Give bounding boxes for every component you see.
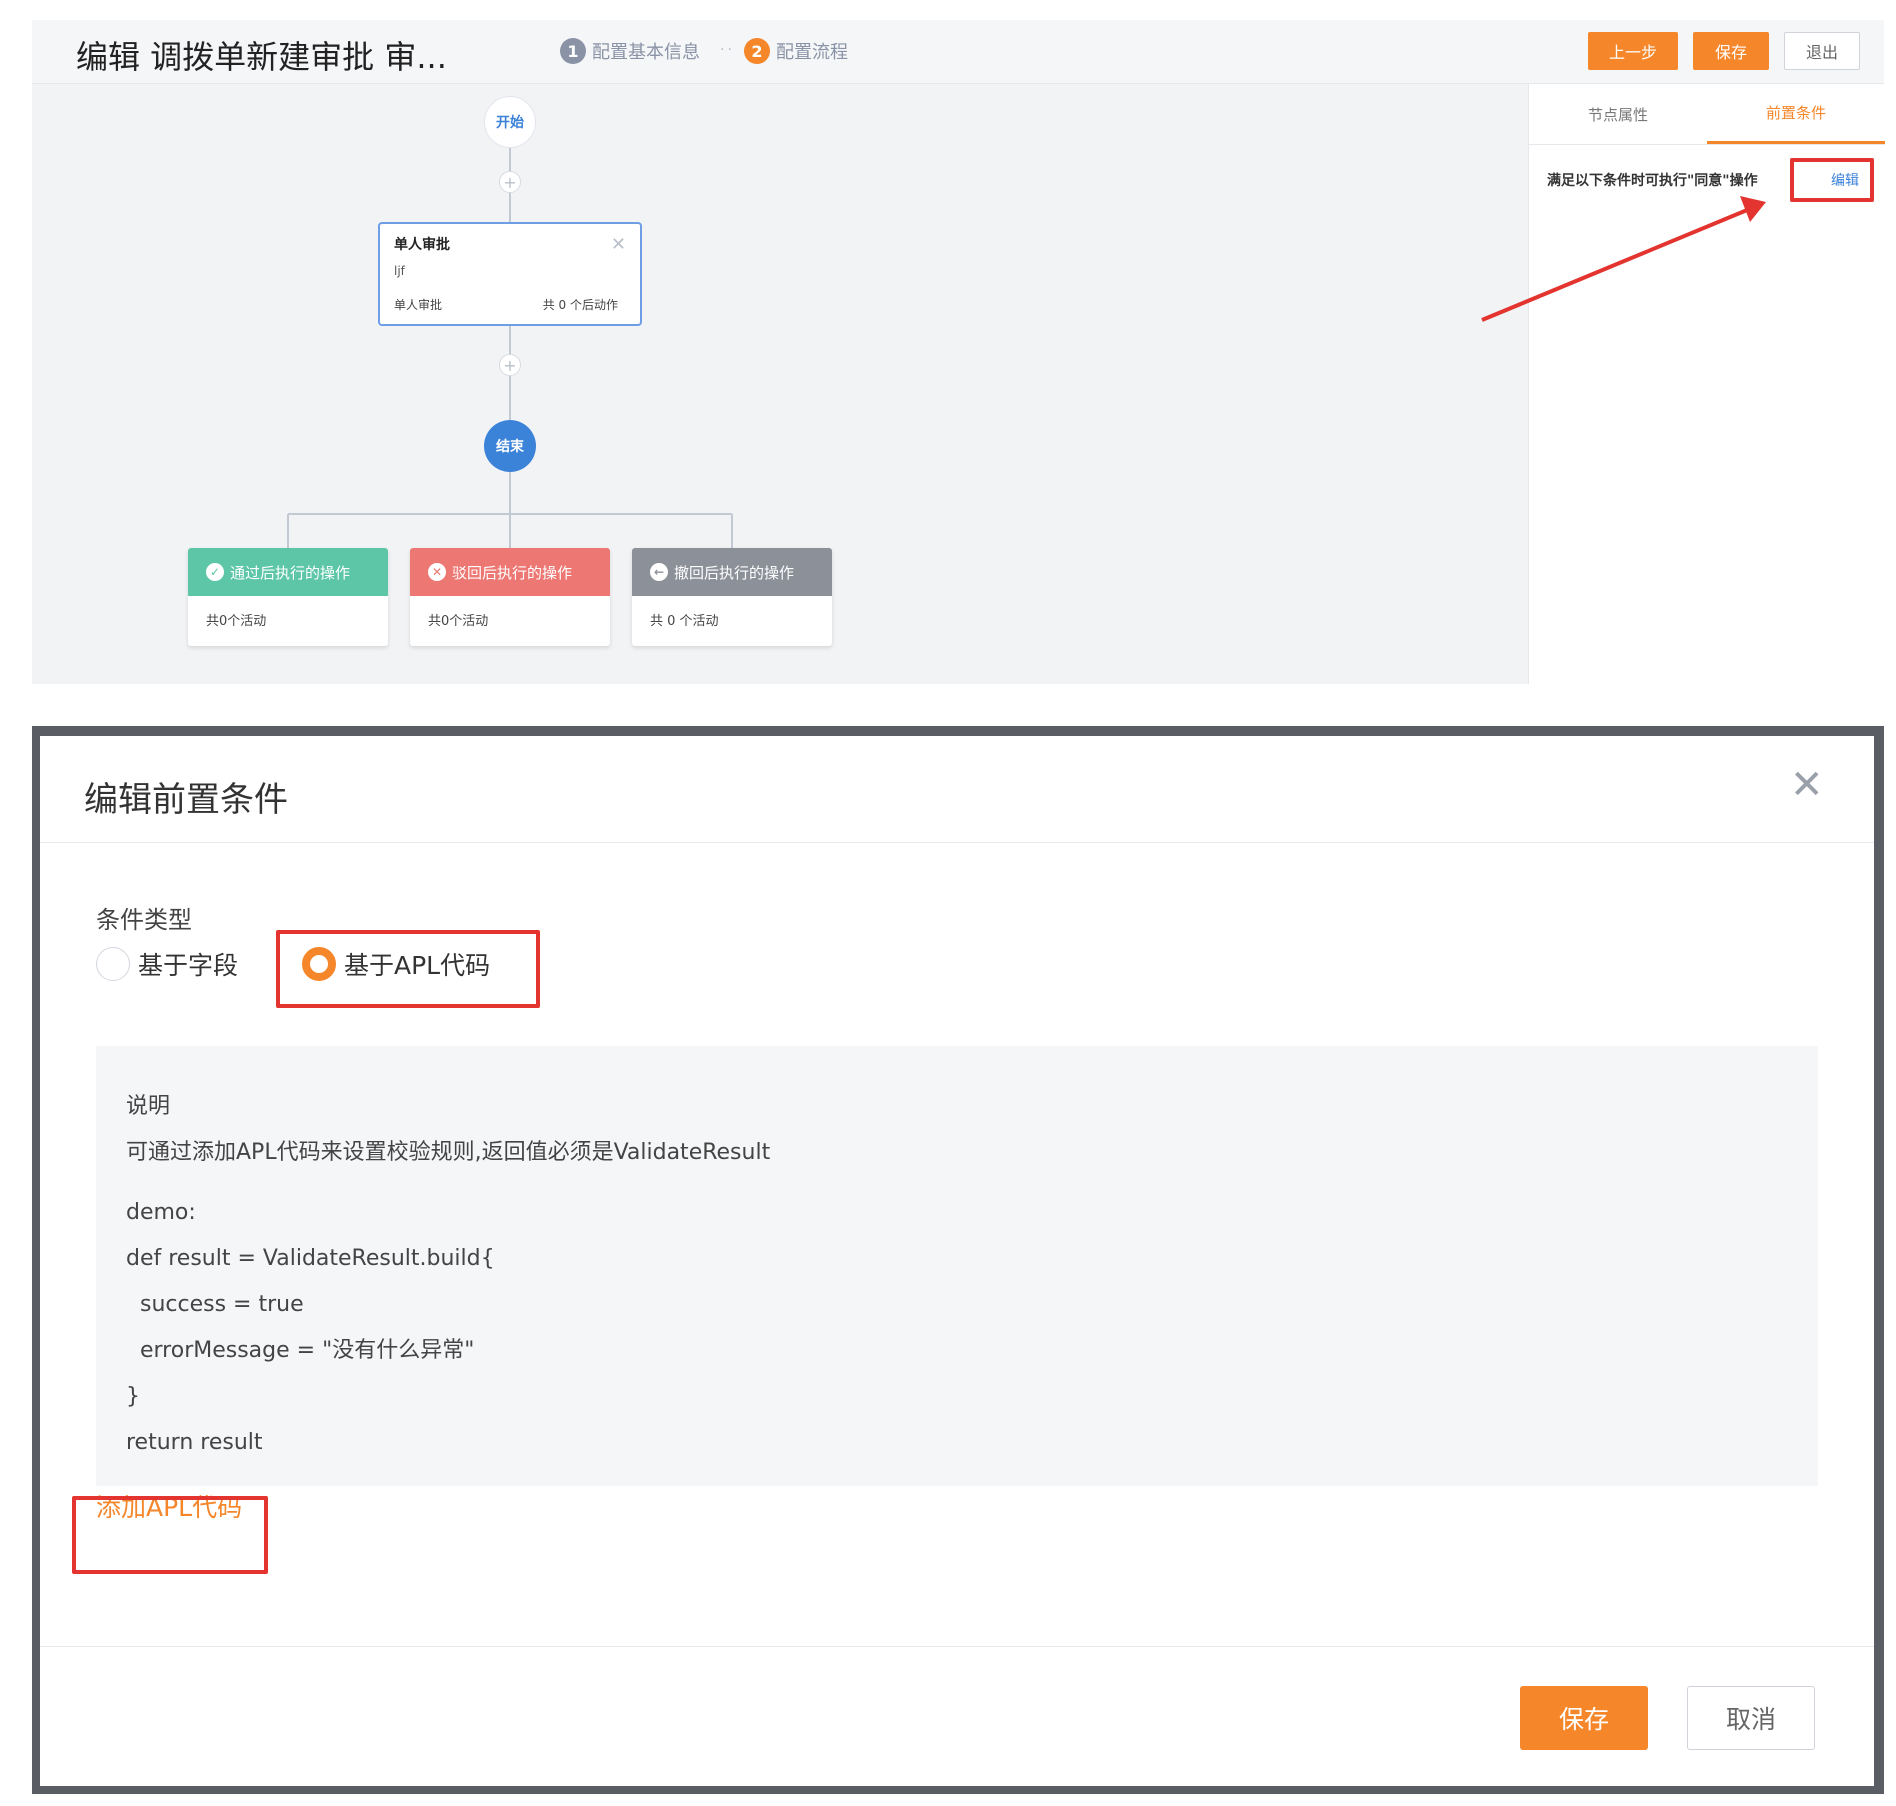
code-line: demo:: [126, 1200, 196, 1225]
save-button[interactable]: 保存: [1693, 32, 1769, 70]
step-configure-flow[interactable]: 2 配置流程: [744, 36, 848, 66]
approval-node-type: 单人审批: [394, 298, 443, 312]
radio-unchecked-icon: [96, 947, 130, 981]
condition-type-label: 条件类型: [96, 906, 192, 934]
tab-node-attributes[interactable]: 节点属性: [1529, 84, 1707, 144]
dialog-header-divider: [40, 842, 1874, 843]
step-number-1: 1: [560, 38, 586, 64]
step-label-configure-flow: 配置流程: [776, 42, 848, 63]
single-approval-node[interactable]: 单人审批 ljf 单人审批 共 0 个后动作 ✕: [378, 222, 642, 326]
close-icon[interactable]: ✕: [611, 234, 626, 255]
code-line: errorMessage = "没有什么异常": [126, 1338, 475, 1363]
precondition-description: 满足以下条件时可执行"同意"操作: [1547, 173, 1758, 189]
instructions-description: 可通过添加APL代码来设置校验规则,返回值必须是ValidateResult: [126, 1140, 771, 1165]
edit-precondition-dialog: 编辑前置条件 ✕ 条件类型 基于字段 基于APL代码 说明 可通过添加APL代码…: [40, 736, 1874, 1786]
x-circle-icon: ✕: [428, 563, 446, 581]
instructions-box: 说明 可通过添加APL代码来设置校验规则,返回值必须是ValidateResul…: [96, 1046, 1818, 1486]
code-line: success = true: [126, 1292, 304, 1317]
annotation-highlight-edit: [1790, 158, 1874, 202]
approval-node-title: 单人审批: [394, 237, 450, 253]
tab-precondition[interactable]: 前置条件: [1707, 84, 1885, 144]
reject-actions-header: ✕ 驳回后执行的操作: [410, 548, 610, 596]
workflow-editor: 编辑 调拨单新建审批 审... 1 配置基本信息 ·· 2 配置流程 上一步 保…: [32, 20, 1885, 684]
end-node[interactable]: 结束: [484, 420, 536, 472]
instructions-heading: 说明: [126, 1094, 171, 1119]
radio-field-based-label: 基于字段: [138, 951, 239, 980]
step-separator: ··: [720, 42, 735, 58]
add-node-icon[interactable]: +: [499, 354, 521, 376]
approval-node-user: ljf: [394, 264, 405, 278]
recall-actions-header: ← 撤回后执行的操作: [632, 548, 832, 596]
dialog-footer-divider: [40, 1646, 1874, 1647]
recall-actions-card[interactable]: ← 撤回后执行的操作 共 0 个活动: [632, 548, 832, 646]
reject-actions-card[interactable]: ✕ 驳回后执行的操作 共0个活动: [410, 548, 610, 646]
recall-actions-count: 共 0 个活动: [650, 614, 719, 629]
code-line: return result: [126, 1430, 263, 1455]
start-node[interactable]: 开始: [484, 96, 536, 148]
prev-step-button[interactable]: 上一步: [1588, 32, 1678, 70]
exit-button[interactable]: 退出: [1784, 32, 1860, 70]
annotation-highlight-apl-radio: [276, 930, 540, 1008]
flow-canvas[interactable]: 开始 + 单人审批 ljf 单人审批 共 0 个后动作 ✕ + 结束 ✓ 通过后…: [32, 84, 1528, 684]
annotation-highlight-add-apl: [72, 1496, 268, 1574]
step-label-basic-info: 配置基本信息: [592, 42, 700, 63]
pass-actions-header: ✓ 通过后执行的操作: [188, 548, 388, 596]
check-icon: ✓: [206, 563, 224, 581]
editor-header: 编辑 调拨单新建审批 审... 1 配置基本信息 ·· 2 配置流程 上一步 保…: [32, 20, 1884, 84]
dialog-title: 编辑前置条件: [84, 780, 288, 820]
reject-actions-count: 共0个活动: [428, 614, 489, 629]
close-icon[interactable]: ✕: [1790, 762, 1824, 808]
dialog-cancel-button[interactable]: 取消: [1687, 1686, 1815, 1750]
pass-actions-card[interactable]: ✓ 通过后执行的操作 共0个活动: [188, 548, 388, 646]
step-basic-info[interactable]: 1 配置基本信息: [560, 36, 700, 66]
pass-actions-title: 通过后执行的操作: [230, 563, 351, 582]
panel-divider: [1529, 144, 1885, 145]
radio-field-based[interactable]: 基于字段: [96, 946, 238, 982]
arrow-left-icon: ←: [650, 563, 668, 581]
approval-node-after-actions: 共 0 个后动作: [542, 298, 618, 312]
modal-overlay: 编辑前置条件 ✕ 条件类型 基于字段 基于APL代码 说明 可通过添加APL代码…: [32, 726, 1884, 1794]
pass-actions-count: 共0个活动: [206, 614, 267, 629]
reject-actions-title: 驳回后执行的操作: [452, 563, 573, 582]
code-line: }: [126, 1384, 140, 1409]
step-number-2: 2: [744, 38, 770, 64]
page-title: 编辑 调拨单新建审批 审...: [76, 38, 447, 76]
recall-actions-title: 撤回后执行的操作: [674, 563, 795, 582]
code-line: def result = ValidateResult.build{: [126, 1246, 495, 1271]
add-node-icon[interactable]: +: [499, 171, 521, 193]
dialog-save-button[interactable]: 保存: [1520, 1686, 1648, 1750]
